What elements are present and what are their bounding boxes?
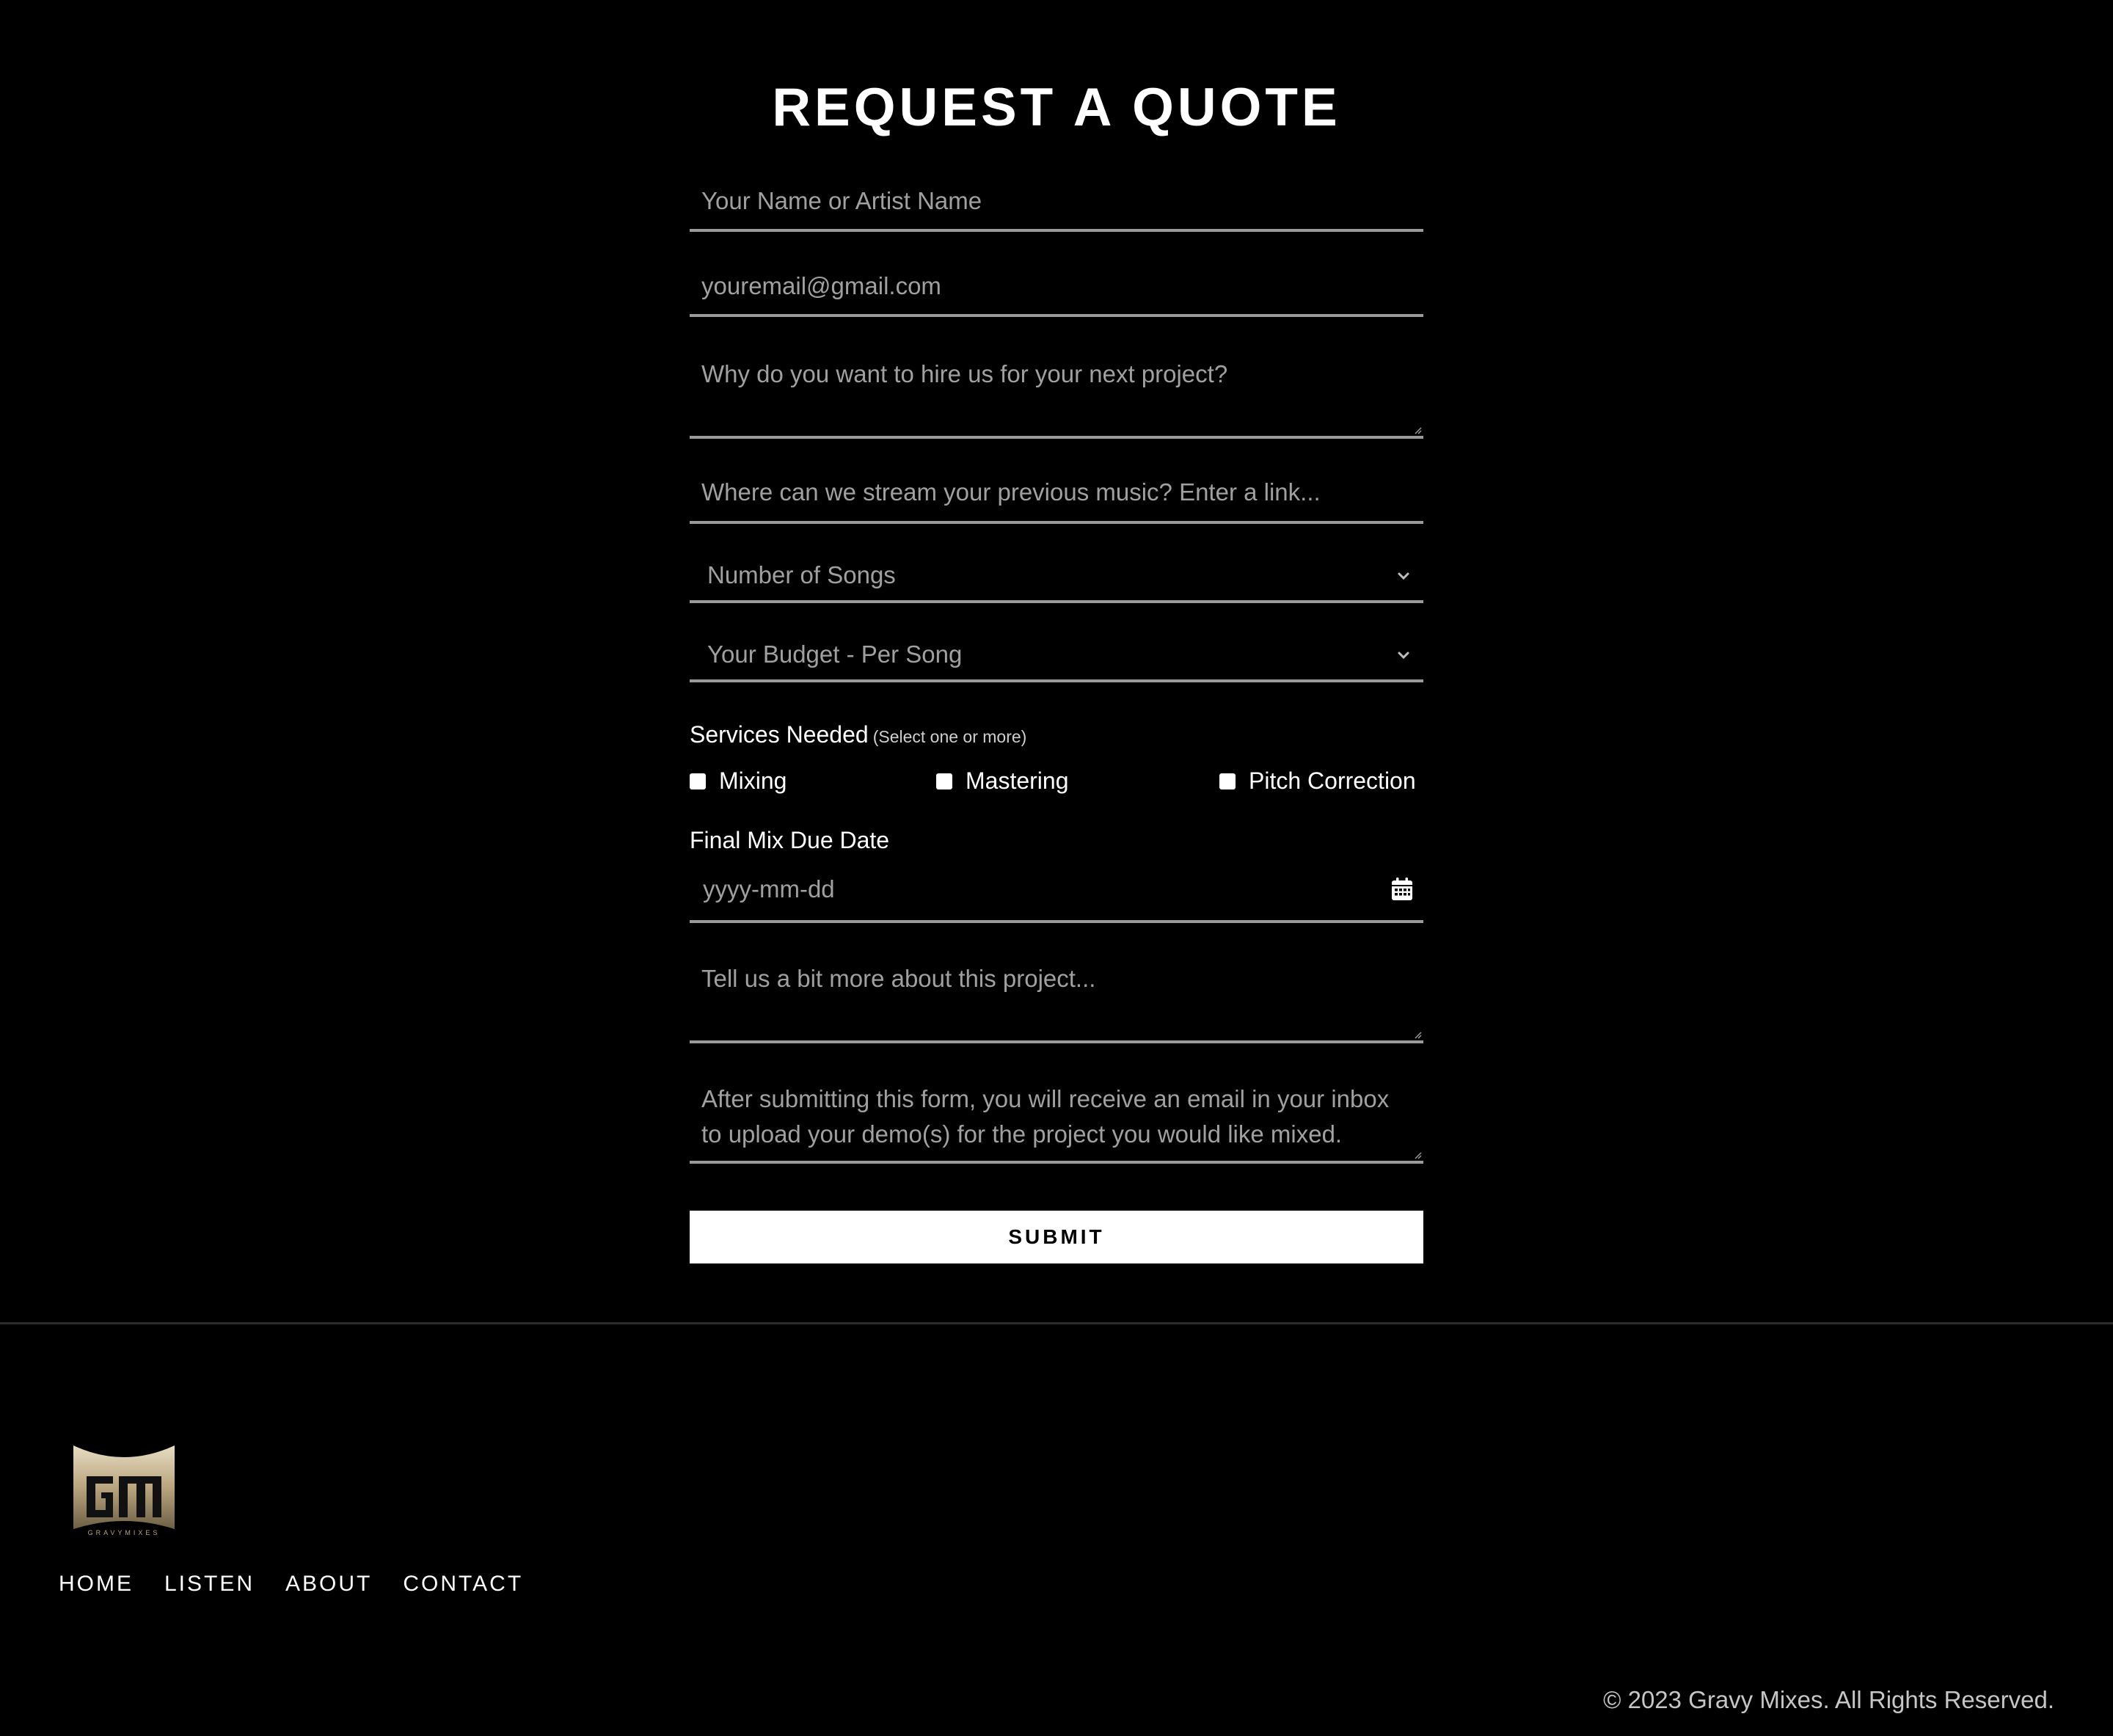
why-textarea[interactable]	[690, 345, 1423, 436]
service-option-mastering[interactable]: Mastering	[936, 767, 1069, 795]
mixing-label: Mixing	[719, 767, 787, 794]
footer-link-listen[interactable]: LISTEN	[164, 1569, 255, 1600]
why-field-wrapper	[690, 345, 1423, 439]
name-input[interactable]	[690, 173, 1423, 229]
service-option-pitch-correction[interactable]: Pitch Correction	[1219, 767, 1416, 795]
copyright-text: © 2023 Gravy Mixes. All Rights Reserved.	[1603, 1686, 2054, 1713]
service-option-mixing[interactable]: Mixing	[690, 767, 787, 795]
name-field-wrapper	[690, 173, 1423, 232]
submit-button[interactable]: SUBMIT	[690, 1211, 1423, 1263]
after-submit-textarea[interactable]	[690, 1070, 1423, 1161]
chevron-down-icon	[1398, 572, 1409, 580]
budget-select[interactable]: Your Budget - Per Song	[690, 628, 1423, 682]
mixing-checkbox[interactable]	[690, 773, 706, 789]
more-field-wrapper	[690, 949, 1423, 1043]
email-field-wrapper	[690, 258, 1423, 317]
footer-nav: HOME LISTEN ABOUT CONTACT	[59, 1569, 554, 1600]
services-label-text: Services Needed	[690, 721, 869, 748]
footer-link-home[interactable]: HOME	[59, 1569, 134, 1600]
pitch-correction-checkbox[interactable]	[1219, 773, 1236, 789]
due-date-placeholder: yyyy-mm-dd	[703, 875, 835, 902]
calendar-icon[interactable]	[1391, 878, 1413, 901]
due-date-label: Final Mix Due Date	[690, 827, 890, 853]
logo-wordmark: GRAVYMIXES	[88, 1529, 161, 1536]
project-details-textarea[interactable]	[690, 949, 1423, 1040]
footer-link-about[interactable]: ABOUT	[285, 1569, 372, 1600]
gravy-mixes-logo-icon[interactable]: GRAVYMIXES	[72, 1440, 176, 1536]
page: REQUEST A QUOTE Number of Songs Your Bud…	[0, 0, 2113, 1736]
quote-form: Number of Songs Your Budget - Per Song S…	[690, 0, 1423, 1291]
stream-field-wrapper	[690, 464, 1423, 524]
footer-divider	[0, 1322, 2113, 1324]
songs-select[interactable]: Number of Songs	[690, 549, 1423, 603]
stream-link-input[interactable]	[690, 464, 1423, 521]
services-hint: (Select one or more)	[872, 727, 1027, 746]
services-label: Services Needed (Select one or more)	[690, 721, 1026, 748]
email-input[interactable]	[690, 258, 1423, 314]
chevron-down-icon	[1398, 652, 1409, 660]
after-field-wrapper	[690, 1070, 1423, 1164]
songs-select-value: Number of Songs	[707, 561, 896, 588]
mastering-checkbox[interactable]	[936, 773, 952, 789]
footer-link-contact[interactable]: CONTACT	[403, 1569, 523, 1600]
budget-select-value: Your Budget - Per Song	[707, 641, 963, 668]
due-date-input[interactable]: yyyy-mm-dd	[690, 863, 1423, 923]
mastering-label: Mastering	[966, 767, 1069, 794]
pitch-correction-label: Pitch Correction	[1249, 767, 1416, 794]
